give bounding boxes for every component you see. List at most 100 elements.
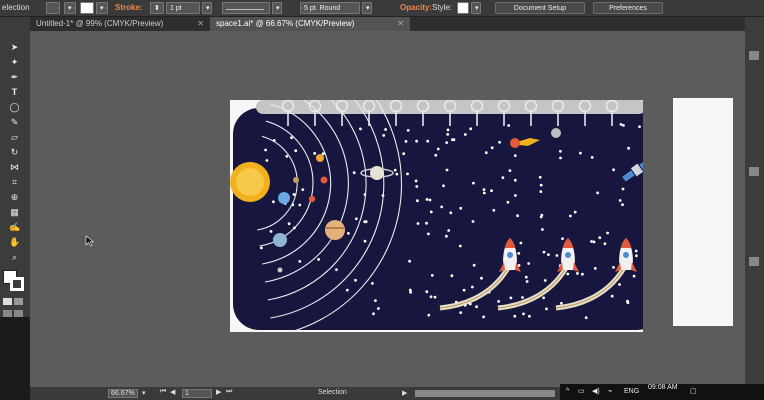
tab-label: Untitled-1* @ 99% (CMYK/Preview) <box>36 19 164 28</box>
space-illustration[interactable] <box>230 35 663 337</box>
star <box>416 222 420 225</box>
style-swatch[interactable] <box>457 2 469 14</box>
star <box>415 139 418 143</box>
stroke-weight-dropdown[interactable]: ▾ <box>202 2 212 14</box>
star <box>429 295 433 299</box>
fill-dropdown[interactable]: ▾ <box>64 2 76 14</box>
star <box>507 124 511 127</box>
star <box>498 140 501 144</box>
battery-icon[interactable]: ▭ <box>578 387 585 395</box>
opacity-label[interactable]: Opacity: <box>400 2 432 14</box>
preferences-button[interactable]: Preferences <box>593 2 663 14</box>
stroke-weight-stepper[interactable]: ⬍ <box>150 2 164 14</box>
stroke-swatch[interactable] <box>80 2 94 14</box>
star <box>406 129 410 132</box>
panel-icon[interactable] <box>749 257 759 266</box>
star <box>363 239 367 243</box>
stroke-weight-field[interactable]: 1 pt <box>166 2 200 14</box>
star <box>579 151 582 155</box>
star <box>581 272 584 276</box>
clock-time[interactable]: 09:08 AM <box>648 384 678 391</box>
canvas-area[interactable] <box>30 31 745 387</box>
gradient-tool-icon[interactable]: ▦ <box>9 207 20 218</box>
document-setup-button[interactable]: Document Setup <box>495 2 585 14</box>
right-panel-dock <box>745 17 764 387</box>
tab-space1[interactable]: space1.ai* @ 66.67% (CMYK/Preview) ✕ <box>210 17 410 31</box>
type-tool-icon[interactable]: T <box>9 87 20 98</box>
artboard-number-field[interactable]: 1 <box>182 389 212 398</box>
style-dropdown[interactable]: ▾ <box>471 2 481 14</box>
stroke-label[interactable]: Stroke: <box>115 2 143 14</box>
star <box>317 258 320 261</box>
sun-core <box>236 168 264 196</box>
workspace-label: election <box>2 3 30 12</box>
star <box>606 231 609 235</box>
brush-dropdown[interactable]: ▾ <box>362 2 372 14</box>
width-tool-icon[interactable]: ⋈ <box>9 162 20 173</box>
eyedropper-tool-icon[interactable]: ✍ <box>9 222 20 233</box>
fill-swatch[interactable] <box>46 2 60 14</box>
stroke-color-swatch[interactable] <box>10 277 24 291</box>
star <box>372 312 375 316</box>
rocket-window <box>507 252 513 258</box>
ellipse-tool-icon[interactable]: ◯ <box>9 102 20 113</box>
variable-width-profile[interactable] <box>222 2 270 14</box>
close-icon[interactable]: ✕ <box>397 17 404 31</box>
artboard[interactable] <box>230 35 663 337</box>
volume-icon[interactable]: ◀) <box>592 387 600 395</box>
control-bar: election ▾ ▾ Stroke: ⬍ 1 pt ▾ ▾ 5 pt. Ro… <box>0 0 764 17</box>
star <box>538 175 542 179</box>
panel-icon[interactable] <box>749 167 759 176</box>
color-mode-icon[interactable] <box>3 298 12 305</box>
gradient-mode-icon[interactable] <box>14 298 23 305</box>
free-transform-tool-icon[interactable]: ⌗ <box>9 177 20 188</box>
panel-icon[interactable] <box>749 51 759 60</box>
star <box>490 189 493 193</box>
zoom-dropdown[interactable]: ▾ <box>142 389 146 397</box>
zoom-field[interactable]: 66.67% <box>108 389 138 398</box>
paintbrush-tool-icon[interactable]: ✎ <box>9 117 20 128</box>
first-artboard-icon[interactable]: ⏮ <box>160 388 166 396</box>
planet-saturn <box>370 166 384 180</box>
shape-builder-tool-icon[interactable]: ⊕ <box>9 192 20 203</box>
star <box>555 254 559 257</box>
hand-tool-icon[interactable]: ✋ <box>9 237 20 248</box>
brush-definition[interactable]: 5 pt. Round <box>300 2 360 14</box>
horizontal-scrollbar[interactable] <box>415 390 555 397</box>
notification-icon[interactable]: ▢ <box>690 387 697 395</box>
next-artboard-icon[interactable]: ▶ <box>216 388 221 396</box>
eraser-tool-icon[interactable]: ▱ <box>9 132 20 143</box>
hidden-icons-chevron-icon[interactable]: ^ <box>566 388 569 395</box>
pen-tool-icon[interactable]: ✒ <box>9 72 20 83</box>
selection-tool-icon[interactable]: ➤ <box>9 42 20 53</box>
network-icon[interactable]: ⌁ <box>608 387 612 395</box>
star <box>525 280 529 283</box>
screen-mode-icon[interactable] <box>14 310 23 317</box>
tab-untitled-1[interactable]: Untitled-1* @ 99% (CMYK/Preview) ✕ <box>30 17 210 31</box>
prev-artboard-icon[interactable]: ◀ <box>170 388 175 396</box>
artboard-secondary[interactable] <box>673 98 733 326</box>
profile-dropdown[interactable]: ▾ <box>272 2 282 14</box>
star <box>513 314 517 318</box>
star <box>593 267 597 270</box>
rotate-tool-icon[interactable]: ↻ <box>9 147 20 158</box>
zoom-tool-icon[interactable]: ⌕ <box>9 252 20 263</box>
language-indicator[interactable]: ENG <box>624 388 639 395</box>
last-artboard-icon[interactable]: ⏭ <box>226 388 232 396</box>
star <box>426 139 430 143</box>
star <box>260 246 263 250</box>
star <box>509 296 513 300</box>
star <box>290 136 293 140</box>
magic-wand-tool-icon[interactable]: ✦ <box>9 57 20 68</box>
star <box>634 249 638 253</box>
close-icon[interactable]: ✕ <box>197 17 204 31</box>
star <box>447 229 451 232</box>
status-menu-icon[interactable]: ▶ <box>402 389 407 397</box>
star <box>598 236 602 240</box>
star <box>576 272 579 275</box>
current-tool-name: Selection <box>318 389 347 396</box>
stroke-dropdown[interactable]: ▾ <box>96 2 108 14</box>
star <box>513 154 517 157</box>
star <box>354 278 357 282</box>
draw-mode-icon[interactable] <box>3 310 12 317</box>
